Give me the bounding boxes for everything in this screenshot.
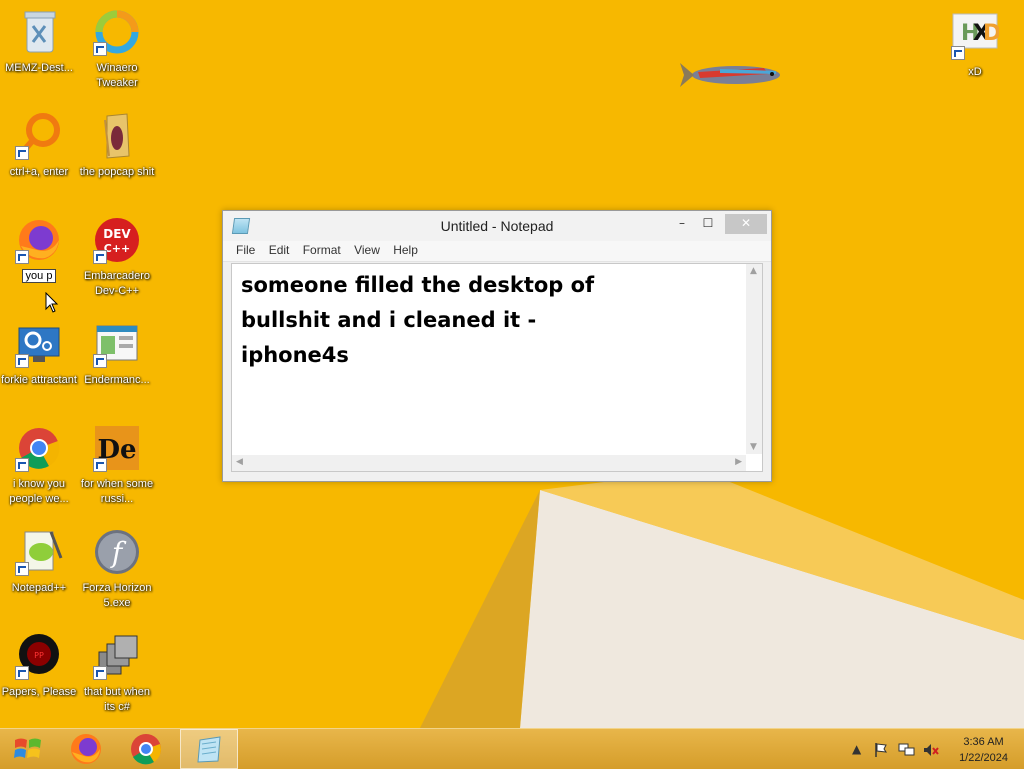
desktop-icon-label: Notepad++	[11, 582, 67, 594]
desktop-icon-label: MEMZ-Dest...	[5, 62, 73, 74]
fish-icon	[680, 63, 780, 87]
rename-input[interactable]: you p	[21, 269, 57, 283]
shortcut-arrow-icon	[15, 458, 29, 472]
network-icon[interactable]	[898, 742, 916, 758]
scroll-left-icon[interactable]: ◀	[236, 457, 243, 467]
shortcut-arrow-icon	[15, 354, 29, 368]
desktop-icon-csharp[interactable]: that but when its c#	[78, 632, 156, 715]
clock-date: 1/22/2024	[959, 752, 1008, 764]
svg-text:DEV: DEV	[103, 227, 131, 241]
mouse-cursor-icon	[45, 292, 59, 313]
folder-icon	[93, 112, 141, 160]
desktop-icon-label: Winaero Tweaker	[96, 62, 138, 89]
firefox-icon	[71, 734, 101, 764]
close-button[interactable]: ✕	[725, 214, 767, 234]
desktop-icon-label: Endermanc...	[84, 374, 150, 386]
firefox-icon	[15, 216, 63, 264]
shortcut-arrow-icon	[15, 562, 29, 576]
clock-time: 3:36 AM	[963, 736, 1004, 748]
notepad-window[interactable]: Untitled - Notepad – ☐ ✕ File Edit Forma…	[222, 210, 772, 482]
desktop-icon-label: the popcap shit	[79, 166, 155, 178]
shortcut-arrow-icon	[93, 666, 107, 680]
clock[interactable]: 3:36 AM 1/22/2024	[959, 734, 1008, 766]
maximize-button[interactable]: ☐	[697, 214, 719, 234]
devcpp-icon: DEV C++	[93, 216, 141, 264]
chrome-icon	[15, 424, 63, 472]
desktop-icon-notepadpp[interactable]: Notepad++	[0, 528, 78, 596]
svg-text:C++: C++	[104, 242, 131, 255]
shortcut-arrow-icon	[951, 46, 965, 60]
text-editor[interactable]: someone filled the desktop of bullshit a…	[231, 263, 763, 472]
scroll-right-icon[interactable]: ▶	[735, 457, 742, 467]
desktop-icon-chrome[interactable]: i know you people we...	[0, 424, 78, 507]
papers-please-icon: PP	[15, 632, 63, 680]
desktop-icon-ctrl-a[interactable]: ctrl+a, enter	[0, 112, 78, 180]
show-hidden-icons-icon[interactable]: ▲	[852, 742, 861, 756]
shortcut-arrow-icon	[15, 146, 29, 160]
desktop-icon-label: i know you people we...	[9, 478, 69, 505]
desktop: MEMZ-Dest... ctrl+a, enter you p forkie …	[0, 0, 1024, 728]
desktop-icon-label: forkie attractant	[1, 374, 77, 386]
desktop-icon-label: ctrl+a, enter	[9, 166, 69, 178]
scroll-down-icon[interactable]: ▼	[750, 442, 757, 452]
action-center-flag-icon[interactable]	[873, 742, 889, 758]
hxd-icon: HXD	[951, 12, 1001, 60]
desktop-icon-popcap[interactable]: the popcap shit	[78, 112, 156, 180]
desktop-icon-renaming[interactable]: you p	[0, 216, 78, 283]
desktop-icon-devcpp[interactable]: DEV C++ Embarcadero Dev-C++	[78, 216, 156, 299]
scroll-up-icon[interactable]: ▲	[750, 266, 757, 276]
desktop-icon-label: Papers, Please	[1, 686, 77, 698]
window-app-icon	[93, 320, 141, 368]
shortcut-arrow-icon	[93, 354, 107, 368]
shortcut-arrow-icon	[93, 42, 107, 56]
windows-stack-icon	[93, 632, 141, 680]
shortcut-arrow-icon	[93, 458, 107, 472]
shortcut-arrow-icon	[93, 250, 107, 264]
winaero-icon	[93, 8, 141, 56]
desktop-icon-forza[interactable]: f Forza Horizon 5.exe	[78, 528, 156, 611]
svg-text:D: D	[983, 21, 999, 46]
horizontal-scrollbar[interactable]: ◀ ▶	[232, 455, 746, 471]
vertical-scrollbar[interactable]: ▲ ▼	[746, 264, 762, 454]
svg-text:PP: PP	[34, 651, 44, 660]
notepadpp-icon	[15, 528, 63, 576]
desktop-icon-label: that but when its c#	[83, 686, 151, 713]
windows-logo-icon	[14, 738, 41, 758]
minimize-button[interactable]: –	[671, 214, 693, 234]
desktop-icon-label: for when some russi...	[80, 478, 154, 505]
desktop-icon-papers-please[interactable]: PP Papers, Please	[0, 632, 78, 700]
recycle-bin-icon	[15, 8, 63, 56]
taskbar-firefox[interactable]	[58, 729, 114, 769]
shortcut-arrow-icon	[15, 250, 29, 264]
desktop-icon-memz[interactable]: MEMZ-Dest...	[0, 8, 78, 76]
desktop-icon-label: xD	[968, 66, 982, 78]
desktop-icon-label: Forza Horizon 5.exe	[82, 582, 152, 609]
menu-view[interactable]: View	[349, 241, 385, 257]
notepad-icon	[197, 736, 221, 763]
magnifier-ring-icon	[15, 112, 63, 160]
shortcut-arrow-icon	[15, 666, 29, 680]
desktop-icon-forkie[interactable]: forkie attractant	[0, 320, 78, 388]
taskbar-notepad[interactable]	[180, 729, 238, 769]
menu-help[interactable]: Help	[388, 241, 423, 257]
start-button[interactable]	[0, 729, 56, 769]
desktop-icon-label: Embarcadero Dev-C++	[83, 270, 151, 297]
settings-monitor-icon	[15, 320, 63, 368]
taskbar: ▲ 3:36 AM 1/22/2024	[0, 728, 1024, 769]
taskbar-chrome[interactable]	[118, 729, 174, 769]
menu-edit[interactable]: Edit	[264, 241, 295, 257]
editor-content[interactable]: someone filled the desktop of bullshit a…	[241, 268, 741, 373]
chrome-icon	[131, 734, 161, 765]
title-bar[interactable]: Untitled - Notepad – ☐ ✕	[223, 211, 771, 241]
flash-icon: f	[93, 528, 141, 576]
menu-file[interactable]: File	[231, 241, 260, 257]
de-app-icon: De	[93, 424, 141, 472]
desktop-icon-de-app[interactable]: De for when some russi...	[78, 424, 156, 507]
menu-format[interactable]: Format	[298, 241, 346, 257]
desktop-icon-enderman[interactable]: Endermanc...	[78, 320, 156, 388]
desktop-icon-winaero[interactable]: Winaero Tweaker	[78, 8, 156, 91]
menu-bar: File Edit Format View Help	[223, 241, 771, 262]
desktop-icon-xd[interactable]: HXD xD	[936, 12, 1014, 80]
volume-muted-icon[interactable]	[922, 742, 940, 758]
